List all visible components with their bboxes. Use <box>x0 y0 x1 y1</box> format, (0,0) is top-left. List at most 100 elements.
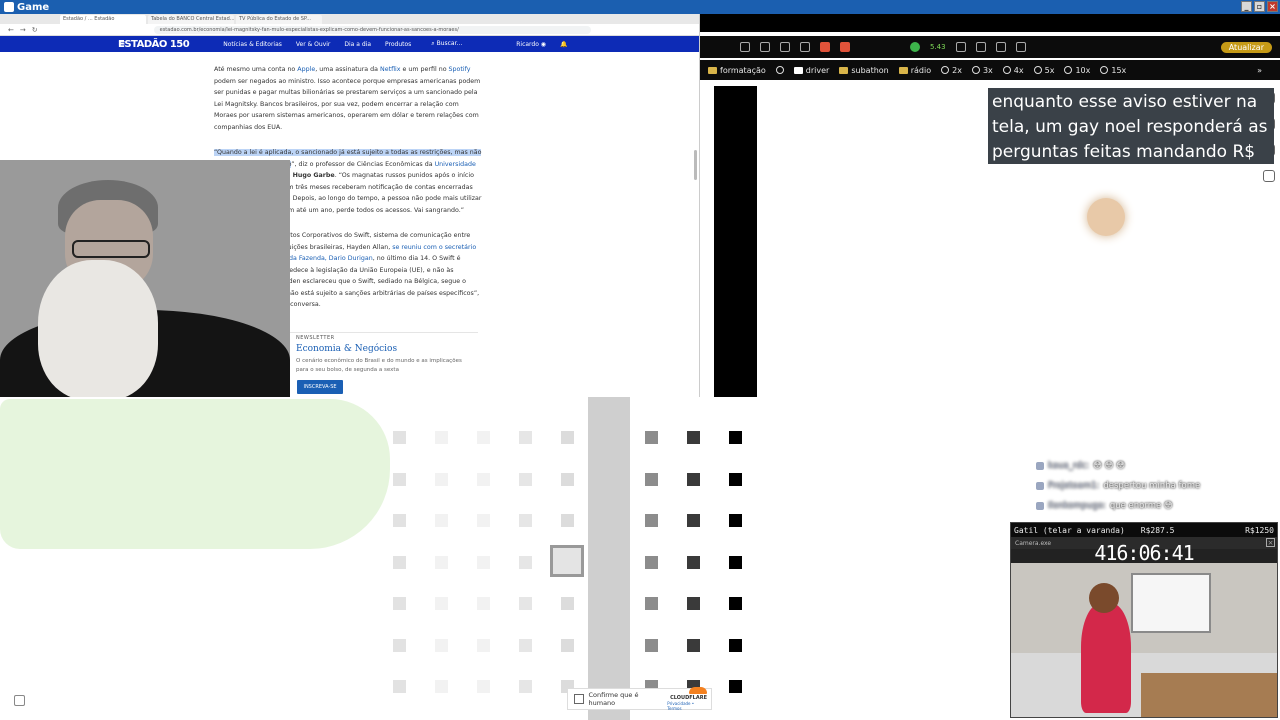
zoom-icon[interactable] <box>780 42 790 52</box>
grid-square[interactable] <box>393 555 406 569</box>
grid-square[interactable] <box>393 597 406 610</box>
taskbar-icon[interactable] <box>14 695 25 706</box>
grid-square[interactable] <box>729 597 742 610</box>
nav-item[interactable]: Dia a dia <box>344 41 371 48</box>
privacy-links[interactable]: Privacidade • Termos <box>667 701 707 711</box>
bookmark-item[interactable]: 2x <box>941 66 962 75</box>
extension-icon[interactable] <box>955 42 966 52</box>
grid-square[interactable] <box>729 514 742 527</box>
bookmark-item[interactable]: 3x <box>971 66 993 75</box>
bell-icon[interactable]: 🔔 <box>560 41 567 48</box>
grid-square[interactable] <box>477 472 490 486</box>
bookmark-item[interactable]: 15x <box>1100 66 1126 75</box>
scrollbar[interactable] <box>694 64 697 394</box>
grid-square[interactable] <box>645 514 658 527</box>
grid-square[interactable] <box>393 431 406 444</box>
grid-square[interactable] <box>519 514 532 527</box>
browser-tab[interactable]: Estadão / ... Estadão <box>60 14 146 24</box>
grid-square[interactable] <box>519 431 532 444</box>
bookmark-item[interactable]: formatação <box>708 66 766 75</box>
grid-square[interactable] <box>687 514 700 527</box>
grid-square[interactable] <box>435 638 448 652</box>
update-button[interactable]: Atualizar <box>1220 41 1272 53</box>
grid-square[interactable] <box>729 680 742 693</box>
grid-square[interactable] <box>729 431 742 444</box>
reload-icon[interactable]: ↻ <box>32 26 38 34</box>
back-icon[interactable]: ← <box>8 26 14 34</box>
bookmark-item[interactable]: driver <box>793 66 829 75</box>
link-netflix[interactable]: Netflix <box>380 66 401 73</box>
grid-square[interactable] <box>519 680 532 693</box>
grid-square[interactable] <box>645 638 658 652</box>
highlighted-square[interactable] <box>550 545 584 577</box>
sidebar-tool-icon[interactable] <box>1262 170 1275 182</box>
grid-square[interactable] <box>519 597 532 610</box>
bookmark-item[interactable] <box>775 66 784 74</box>
grid-square[interactable] <box>687 472 700 486</box>
grid-square[interactable] <box>393 680 406 693</box>
grid-square[interactable] <box>519 472 532 486</box>
grid-square[interactable] <box>561 638 574 652</box>
translate-icon[interactable] <box>760 42 770 52</box>
grid-square[interactable] <box>645 555 658 569</box>
grid-square[interactable] <box>519 638 532 652</box>
grid-square[interactable] <box>687 597 700 610</box>
search-link[interactable]: ⌕ Buscar... <box>431 40 462 48</box>
newsletter-title[interactable]: Economia & Negócios <box>296 344 397 354</box>
grid-square[interactable] <box>561 431 574 444</box>
grid-square[interactable] <box>687 431 700 444</box>
grid-square[interactable] <box>393 472 406 486</box>
grid-square[interactable] <box>477 431 490 444</box>
extensions-icon[interactable] <box>995 42 1006 52</box>
url-field[interactable]: estadao.com.br/economia/lei-magnitsky-fa… <box>153 25 591 34</box>
close-icon[interactable]: × <box>1267 1 1278 12</box>
bookmark-item[interactable]: 5x <box>1033 66 1054 75</box>
minimize-icon[interactable]: _ <box>1241 1 1252 12</box>
nav-item[interactable]: Ver & Ouvir <box>296 41 331 48</box>
site-logo[interactable]: ESTADÃO 150 <box>118 39 190 50</box>
link-spotify[interactable]: Spotify <box>449 66 471 73</box>
grid-square[interactable] <box>435 680 448 693</box>
share-icon[interactable] <box>800 42 810 52</box>
grid-square[interactable] <box>435 555 448 569</box>
bookmark-item[interactable]: 4x <box>1002 66 1024 75</box>
grid-square[interactable] <box>477 638 490 652</box>
browser-tab[interactable]: TV Pública do Estado de SP... <box>236 14 322 24</box>
grid-square[interactable] <box>561 597 574 610</box>
browser-tab[interactable]: Tabela do BANCO Central Estad... <box>148 14 234 24</box>
grid-square[interactable] <box>729 638 742 652</box>
forward-icon[interactable]: → <box>20 26 26 34</box>
grid-square[interactable] <box>729 472 742 486</box>
grid-square[interactable] <box>729 555 742 569</box>
grid-square[interactable] <box>477 680 490 693</box>
grid-square[interactable] <box>435 597 448 610</box>
bookmark-item[interactable]: rádio <box>898 66 931 75</box>
nav-item[interactable]: Produtos <box>385 41 411 48</box>
grid-square[interactable] <box>393 514 406 527</box>
grid-square[interactable] <box>393 638 406 652</box>
grid-square[interactable] <box>477 514 490 527</box>
grid-square[interactable] <box>435 472 448 486</box>
link-apple[interactable]: Apple <box>297 66 315 73</box>
user-menu[interactable]: Ricardo ◉ <box>516 41 546 48</box>
extension-icon[interactable] <box>975 42 986 52</box>
grid-square[interactable] <box>435 514 448 527</box>
subscribe-button[interactable]: INSCREVA-SE <box>297 380 343 394</box>
grid-square[interactable] <box>435 431 448 444</box>
scrollbar-thumb[interactable] <box>694 150 697 180</box>
grid-square[interactable] <box>477 597 490 610</box>
grid-square[interactable] <box>561 472 574 486</box>
bookmark-item[interactable]: subathon <box>839 66 889 75</box>
menu-icon[interactable]: ≡ <box>118 39 126 49</box>
maximize-icon[interactable]: ▫ <box>1254 1 1265 12</box>
grid-square[interactable] <box>561 514 574 527</box>
brave-rewards-icon[interactable] <box>840 42 850 52</box>
grid-square[interactable] <box>477 555 490 569</box>
sidebar-icon[interactable] <box>1015 42 1026 52</box>
grid-square[interactable] <box>645 597 658 610</box>
grid-square[interactable] <box>519 555 532 569</box>
grid-square[interactable] <box>687 555 700 569</box>
bookmark-item[interactable]: 10x <box>1064 66 1090 75</box>
grid-square[interactable] <box>687 638 700 652</box>
cast-icon[interactable] <box>740 42 750 52</box>
